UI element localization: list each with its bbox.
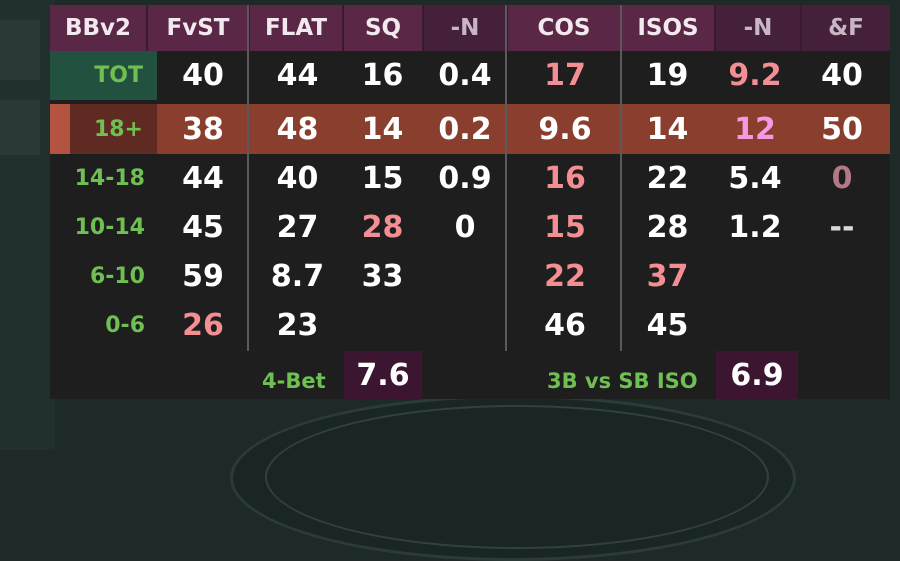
stat-cell bbox=[425, 301, 505, 350]
background-panel bbox=[0, 0, 55, 450]
fourbet-label: 4-Bet bbox=[262, 369, 326, 393]
stat-cell: 59 bbox=[182, 259, 224, 294]
stat-cell: 28 bbox=[361, 210, 404, 245]
stat-cell: 19 bbox=[646, 58, 689, 93]
header-flat: FLAT bbox=[250, 5, 342, 51]
iso-value: 6.9 bbox=[716, 351, 798, 399]
header-fvst: FvST bbox=[148, 5, 248, 51]
row-label: 14-18 bbox=[74, 166, 145, 191]
iso-label: 3B vs SB ISO bbox=[547, 369, 698, 393]
stat-cell: 0.2 bbox=[438, 111, 492, 147]
stat-cell: 0.4 bbox=[438, 58, 492, 93]
stat-cell: 0 bbox=[454, 210, 476, 245]
stats-row-6-10: 6-10 59 8.7 33 22 37 bbox=[50, 252, 890, 301]
header-row: BBv2 FvST FLAT SQ -N COS ISOS -N &F bbox=[50, 5, 890, 51]
stat-cell bbox=[802, 252, 882, 301]
row-label: 10-14 bbox=[74, 215, 145, 240]
stat-cell: 5.4 bbox=[728, 161, 782, 196]
stat-cell: 16 bbox=[361, 58, 404, 93]
stat-cell: 44 bbox=[182, 161, 224, 196]
stat-cell: 1.2 bbox=[728, 210, 782, 245]
stat-cell: 40 bbox=[821, 58, 863, 93]
stat-cell: 9.2 bbox=[728, 58, 782, 93]
background-block bbox=[0, 100, 40, 155]
header-n2: -N bbox=[716, 5, 800, 51]
stat-cell: 14 bbox=[646, 111, 689, 147]
stat-cell: 23 bbox=[276, 308, 319, 343]
stats-row-14-18: 14-18 44 40 15 0.9 16 22 5.4 0 bbox=[50, 154, 890, 203]
column-divider bbox=[505, 5, 507, 351]
stat-cell: 8.7 bbox=[270, 259, 325, 294]
fourbet-value: 7.6 bbox=[344, 351, 422, 399]
stat-cell: 9.6 bbox=[538, 111, 592, 147]
stat-cell: 15 bbox=[544, 210, 586, 245]
stats-row-0-6: 0-6 26 23 46 45 bbox=[50, 301, 890, 350]
stat-cell bbox=[345, 301, 420, 350]
header-isos: ISOS bbox=[622, 5, 714, 51]
header-sq: SQ bbox=[344, 5, 422, 51]
stat-cell: 40 bbox=[182, 58, 224, 93]
stat-cell: 15 bbox=[361, 161, 404, 196]
column-divider bbox=[620, 5, 622, 351]
stats-row-tot: TOT 40 44 16 0.4 17 19 9.2 40 bbox=[50, 51, 890, 100]
stat-cell: 12 bbox=[734, 111, 776, 147]
stat-cell: 50 bbox=[821, 111, 863, 147]
stat-cell: 22 bbox=[646, 161, 689, 196]
stats-row-18plus: 18+ 38 48 14 0.2 9.6 14 12 50 bbox=[50, 104, 890, 154]
column-divider bbox=[247, 5, 249, 351]
stat-cell: 0 bbox=[831, 161, 853, 196]
header-and-f: &F bbox=[802, 5, 890, 51]
stat-cell bbox=[425, 252, 505, 301]
row-label: 18+ bbox=[93, 116, 143, 142]
header-n: -N bbox=[424, 5, 506, 51]
stat-cell: 45 bbox=[646, 308, 689, 343]
poker-table-rim bbox=[265, 405, 769, 549]
stat-cell: 0.9 bbox=[438, 161, 492, 196]
stat-cell: 27 bbox=[276, 210, 319, 245]
stat-cell bbox=[802, 301, 882, 350]
header-bbv2: BBv2 bbox=[50, 5, 146, 51]
stat-cell: 37 bbox=[646, 259, 689, 294]
background-block bbox=[0, 20, 40, 80]
stat-cell: 33 bbox=[361, 259, 404, 294]
stat-cell: 38 bbox=[182, 111, 224, 147]
stat-cell: 45 bbox=[182, 210, 224, 245]
stat-cell: 22 bbox=[544, 259, 586, 294]
stats-hud: BBv2 FvST FLAT SQ -N COS ISOS -N &F TOT … bbox=[50, 5, 890, 399]
stat-cell bbox=[715, 252, 795, 301]
row-highlight-stub bbox=[50, 104, 70, 154]
stat-cell: 28 bbox=[646, 210, 689, 245]
stat-cell: 14 bbox=[361, 111, 404, 147]
header-cos: COS bbox=[508, 5, 620, 51]
stat-cell: 48 bbox=[276, 111, 319, 147]
row-label: TOT bbox=[50, 51, 157, 100]
stat-cell: 16 bbox=[544, 161, 586, 196]
stats-row-10-14: 10-14 45 27 28 0 15 28 1.2 -- bbox=[50, 203, 890, 252]
stat-cell: 40 bbox=[276, 161, 319, 196]
row-label: 6-10 bbox=[89, 264, 145, 289]
stat-cell: 46 bbox=[544, 308, 586, 343]
stat-cell: -- bbox=[829, 210, 855, 245]
stat-cell bbox=[715, 301, 795, 350]
stat-cell: 26 bbox=[182, 308, 224, 343]
row-label: 0-6 bbox=[105, 313, 145, 338]
stat-cell: 17 bbox=[544, 58, 586, 93]
stat-cell: 44 bbox=[276, 58, 319, 93]
